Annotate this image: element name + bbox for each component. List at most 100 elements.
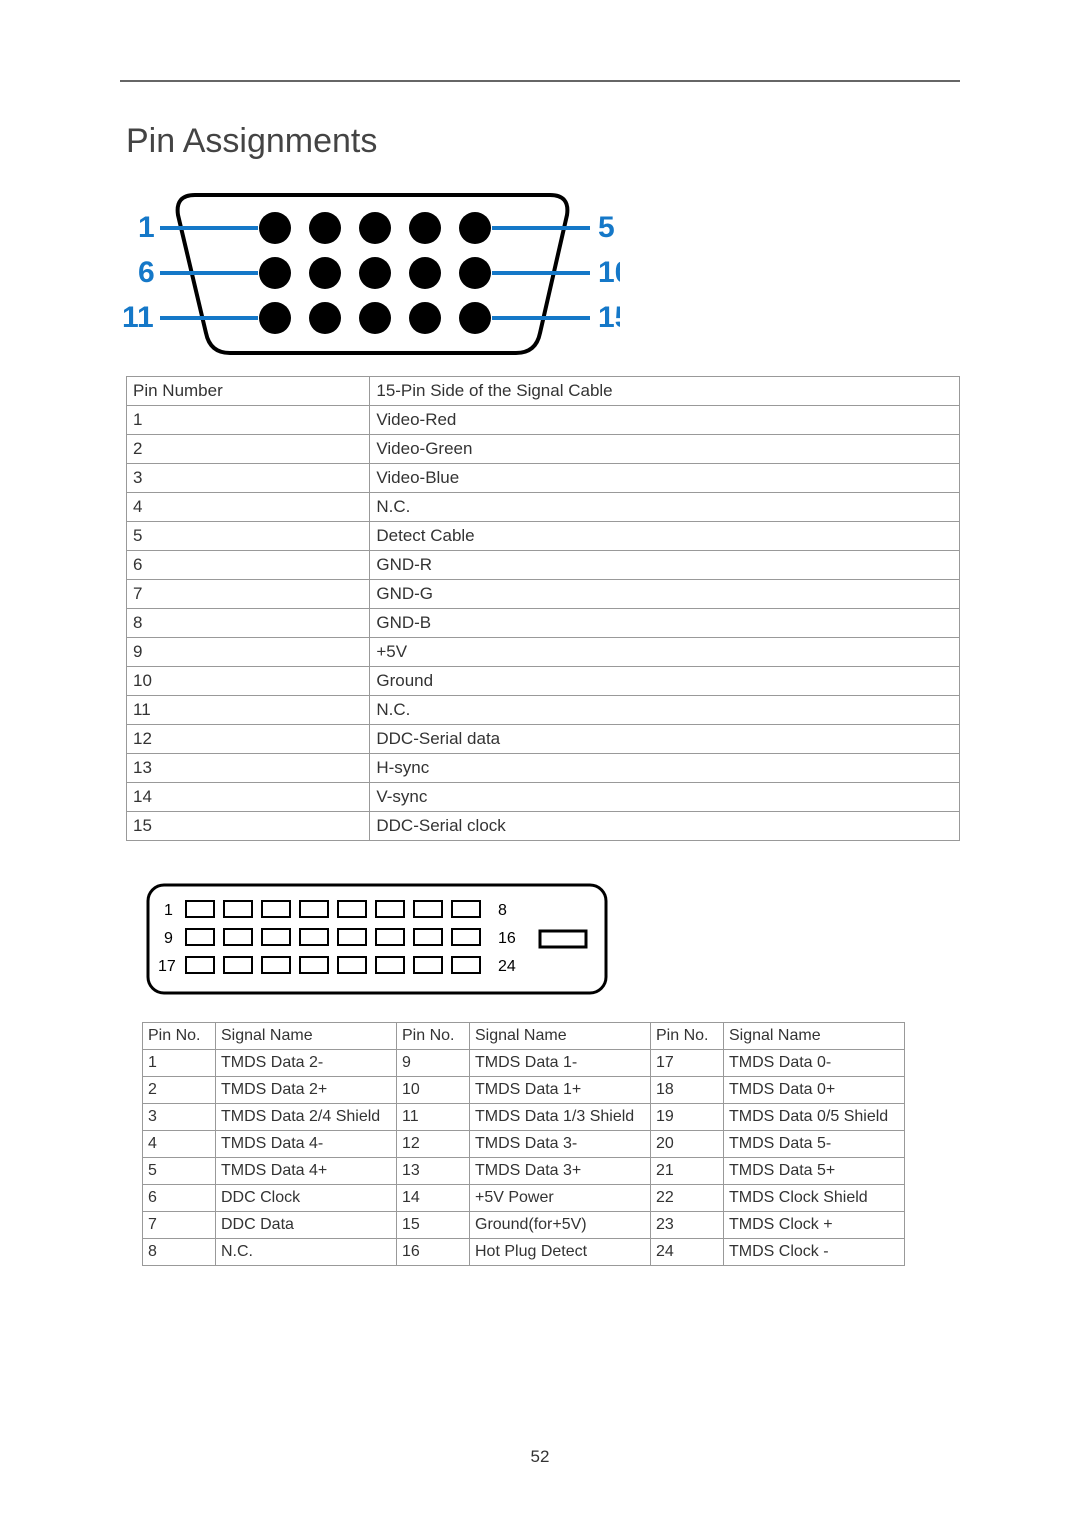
vga-signal-name: GND-G [370, 580, 960, 609]
table-row: 4TMDS Data 4-12TMDS Data 3-20TMDS Data 5… [143, 1131, 905, 1158]
dvi-signal-name: TMDS Data 4- [216, 1131, 397, 1158]
vga-signal-name: GND-R [370, 551, 960, 580]
dvi-pin-number: 6 [143, 1185, 216, 1212]
table-row: 13H-sync [127, 754, 960, 783]
dvi-signal-name: TMDS Data 5+ [724, 1158, 905, 1185]
vga-signal-name: Video-Green [370, 435, 960, 464]
dvi-pin-number: 2 [143, 1077, 216, 1104]
dvi-label-16: 16 [498, 930, 516, 947]
vga-header-signal: 15-Pin Side of the Signal Cable [370, 377, 960, 406]
vga-signal-name: +5V [370, 638, 960, 667]
table-row: 7GND-G [127, 580, 960, 609]
dvi-pin-number: 4 [143, 1131, 216, 1158]
vga-pin-number: 13 [127, 754, 370, 783]
vga-pin-number: 3 [127, 464, 370, 493]
vga-pin-number: 2 [127, 435, 370, 464]
page-title: Pin Assignments [126, 122, 960, 161]
table-row: 2TMDS Data 2+10TMDS Data 1+18TMDS Data 0… [143, 1077, 905, 1104]
dvi-pin-number: 5 [143, 1158, 216, 1185]
table-row: 1TMDS Data 2-9TMDS Data 1-17TMDS Data 0- [143, 1050, 905, 1077]
dvi-pin-number: 20 [651, 1131, 724, 1158]
dvi-pin-number: 16 [397, 1239, 470, 1266]
vga-signal-name: DDC-Serial clock [370, 812, 960, 841]
table-row: 12DDC-Serial data [127, 725, 960, 754]
table-row: 5Detect Cable [127, 522, 960, 551]
dvi-signal-name: TMDS Data 3+ [470, 1158, 651, 1185]
vga-label-1: 1 [138, 211, 155, 244]
dvi-label-1: 1 [164, 902, 173, 919]
vga-pin-number: 5 [127, 522, 370, 551]
vga-signal-name: DDC-Serial data [370, 725, 960, 754]
table-row: 3Video-Blue [127, 464, 960, 493]
vga-signal-name: Ground [370, 667, 960, 696]
table-row: 11N.C. [127, 696, 960, 725]
dvi-signal-name: TMDS Data 3- [470, 1131, 651, 1158]
dvi-pin-number: 7 [143, 1212, 216, 1239]
dvi-signal-name: TMDS Data 0+ [724, 1077, 905, 1104]
dvi-pin-number: 17 [651, 1050, 724, 1077]
table-row: 14V-sync [127, 783, 960, 812]
vga-signal-name: N.C. [370, 493, 960, 522]
dvi-signal-name: DDC Clock [216, 1185, 397, 1212]
vga-label-5: 5 [598, 211, 615, 244]
table-row: 2Video-Green [127, 435, 960, 464]
vga-label-10: 10 [598, 256, 620, 289]
table-row: 1Video-Red [127, 406, 960, 435]
dvi-signal-name: TMDS Clock + [724, 1212, 905, 1239]
dvi-signal-name: TMDS Data 1/3 Shield [470, 1104, 651, 1131]
vga-pin-number: 4 [127, 493, 370, 522]
dvi-label-24: 24 [498, 958, 516, 975]
dvi-signal-name: TMDS Data 1+ [470, 1077, 651, 1104]
dvi-pin-table: Pin No.Signal NamePin No.Signal NamePin … [142, 1022, 905, 1266]
dvi-pin-number: 12 [397, 1131, 470, 1158]
vga-pin-number: 14 [127, 783, 370, 812]
table-row: 8GND-B [127, 609, 960, 638]
page-number: 52 [0, 1447, 1080, 1467]
dvi-signal-name: TMDS Data 0- [724, 1050, 905, 1077]
dvi-pin-number: 24 [651, 1239, 724, 1266]
dvi-pin-number: 13 [397, 1158, 470, 1185]
header-rule [120, 80, 960, 82]
dvi-header-pn: Pin No. [143, 1023, 216, 1050]
dvi-connector-diagram: 1 9 17 8 16 24 [142, 879, 960, 1004]
dvi-pin-number: 11 [397, 1104, 470, 1131]
dvi-pin-number: 19 [651, 1104, 724, 1131]
vga-label-11: 11 [122, 301, 154, 334]
table-row: 3TMDS Data 2/4 Shield11TMDS Data 1/3 Shi… [143, 1104, 905, 1131]
vga-pin-number: 11 [127, 696, 370, 725]
vga-connector-diagram: 1 6 11 5 10 15 [120, 173, 960, 368]
dvi-signal-name: TMDS Clock - [724, 1239, 905, 1266]
table-row: 5TMDS Data 4+13TMDS Data 3+21TMDS Data 5… [143, 1158, 905, 1185]
dvi-signal-name: N.C. [216, 1239, 397, 1266]
vga-header-pin: Pin Number [127, 377, 370, 406]
vga-pin-number: 1 [127, 406, 370, 435]
dvi-signal-name: Ground(for+5V) [470, 1212, 651, 1239]
dvi-signal-name: TMDS Clock Shield [724, 1185, 905, 1212]
dvi-header-pn: Pin No. [651, 1023, 724, 1050]
vga-signal-name: GND-B [370, 609, 960, 638]
dvi-header-sn: Signal Name [470, 1023, 651, 1050]
table-row: 6GND-R [127, 551, 960, 580]
table-row: 9+5V [127, 638, 960, 667]
table-row: 7DDC Data15Ground(for+5V)23TMDS Clock + [143, 1212, 905, 1239]
dvi-signal-name: Hot Plug Detect [470, 1239, 651, 1266]
table-row: 8N.C.16Hot Plug Detect24TMDS Clock - [143, 1239, 905, 1266]
dvi-label-9: 9 [164, 930, 173, 947]
dvi-pin-number: 23 [651, 1212, 724, 1239]
vga-pin-number: 9 [127, 638, 370, 667]
dvi-label-17: 17 [158, 958, 176, 975]
vga-label-15: 15 [598, 301, 620, 334]
dvi-pin-number: 22 [651, 1185, 724, 1212]
table-row: 15DDC-Serial clock [127, 812, 960, 841]
dvi-pin-number: 15 [397, 1212, 470, 1239]
vga-pin-number: 6 [127, 551, 370, 580]
vga-signal-name: H-sync [370, 754, 960, 783]
vga-signal-name: Detect Cable [370, 522, 960, 551]
dvi-header-sn: Signal Name [216, 1023, 397, 1050]
dvi-header-sn: Signal Name [724, 1023, 905, 1050]
vga-pin-number: 12 [127, 725, 370, 754]
dvi-pin-number: 18 [651, 1077, 724, 1104]
dvi-signal-name: TMDS Data 4+ [216, 1158, 397, 1185]
dvi-label-8: 8 [498, 902, 507, 919]
dvi-header-pn: Pin No. [397, 1023, 470, 1050]
